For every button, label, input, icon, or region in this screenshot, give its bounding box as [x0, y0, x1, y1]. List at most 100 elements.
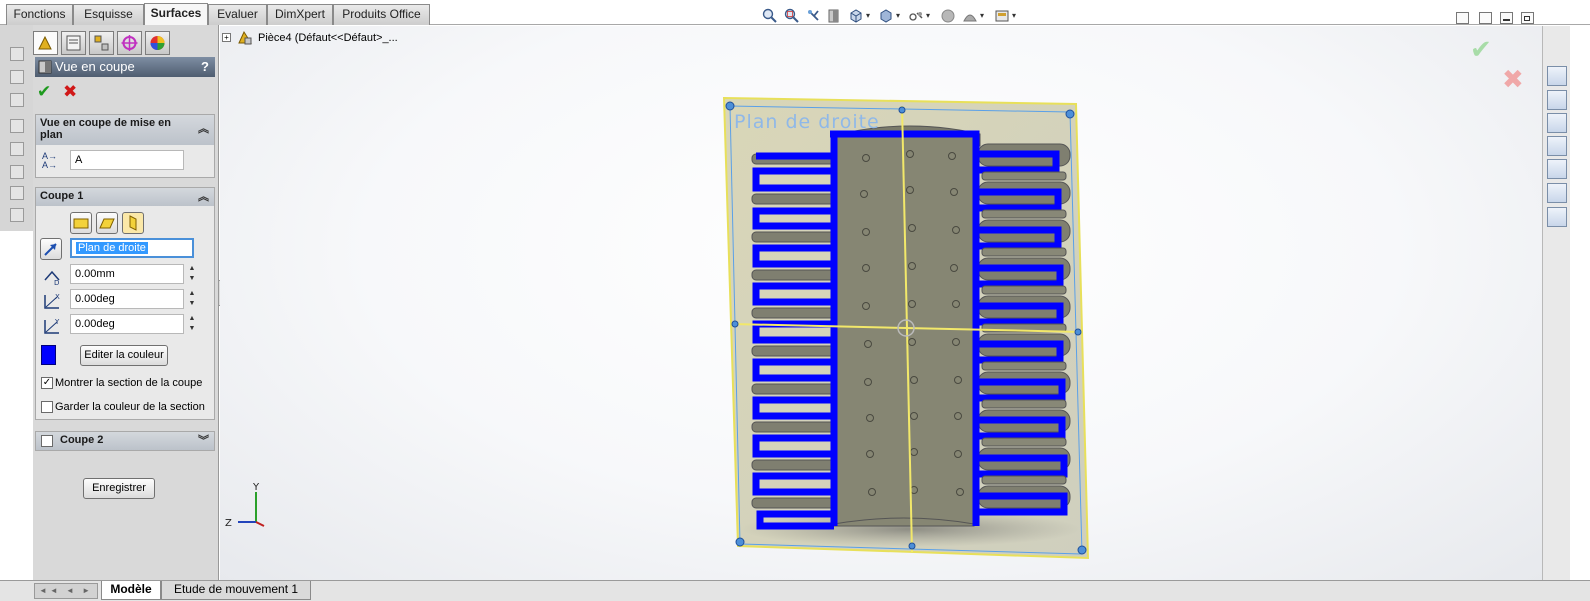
rotation-x-input[interactable]: 0.00deg [70, 289, 184, 309]
hide-show-items-icon[interactable] [908, 8, 924, 24]
tab-evaluer[interactable]: Evaluer [208, 4, 267, 25]
tab-fonctions[interactable]: Fonctions [6, 4, 73, 25]
svg-text:Y: Y [54, 318, 60, 326]
view-orientation-icon[interactable] [848, 8, 864, 24]
tab-produits-office[interactable]: Produits Office [333, 4, 430, 25]
reference-plane-field[interactable]: Plan de droite [70, 238, 194, 258]
view-palette-icon[interactable] [1547, 159, 1567, 179]
zoom-to-fit-icon[interactable] [762, 8, 778, 24]
reference-direction-button[interactable] [40, 238, 62, 260]
offset-distance-input[interactable]: 0.00mm [70, 264, 184, 284]
manager-tabs [33, 31, 219, 57]
ok-button[interactable]: ✔ [37, 82, 51, 102]
spin-down-icon[interactable]: ▼ [186, 324, 198, 334]
bottom-tabs-bar: ◄◄ ◄ ► ►► Modèle Etude de mouvement 1 [0, 580, 1590, 601]
edit-color-button[interactable]: Editer la couleur [80, 345, 168, 366]
tab-dimxpert[interactable]: DimXpert [267, 4, 333, 25]
graphics-area[interactable]: + Pièce4 (Défaut<<Défaut>_... Plan de dr… [220, 26, 1542, 581]
zoom-to-area-icon[interactable] [784, 8, 800, 24]
offset-distance-icon: D [44, 270, 60, 286]
dimxpert-manager-tab[interactable] [117, 31, 142, 55]
note-icon[interactable] [10, 70, 24, 84]
confirm-ok-button[interactable]: ✔ [1470, 34, 1492, 65]
svg-text:D: D [54, 279, 59, 286]
tab-model[interactable]: Modèle [101, 581, 161, 600]
tab-surfaces[interactable]: Surfaces [144, 3, 208, 25]
front-plane-icon [73, 218, 89, 229]
spin-down-icon[interactable]: ▼ [186, 274, 198, 284]
display-manager-tab[interactable] [145, 31, 170, 55]
spin-down-icon[interactable]: ▼ [186, 299, 198, 309]
rotation-y-spinner[interactable]: ▲ ▼ [186, 314, 198, 334]
collapse-chevron-icon[interactable]: ︽ [198, 191, 209, 203]
tab-esquisse[interactable]: Esquisse [73, 4, 144, 25]
display-style-icon[interactable] [878, 8, 894, 24]
section-2-checkbox[interactable] [41, 435, 53, 447]
svg-text:X: X [55, 293, 60, 301]
design-library-icon[interactable] [1547, 113, 1567, 133]
property-manager-tab[interactable] [61, 31, 86, 55]
feature-manager-tab[interactable] [33, 31, 58, 55]
spin-up-icon[interactable]: ▲ [186, 314, 198, 324]
drawing-section-view-header[interactable]: Vue en coupe de mise en plan ︽ [36, 115, 214, 145]
save-button[interactable]: Enregistrer [83, 478, 155, 499]
section-2-header[interactable]: Coupe 2 ︾ [36, 432, 214, 450]
offset-spinner[interactable]: ▲ ▼ [186, 264, 198, 284]
right-plane-button[interactable] [122, 212, 144, 234]
section-2-group: Coupe 2 ︾ [35, 431, 215, 451]
geometric-tolerance-icon[interactable] [10, 186, 24, 200]
rotation-x-spinner[interactable]: ▲ ▼ [186, 289, 198, 309]
solidworks-resources-icon[interactable] [1547, 66, 1567, 86]
group-header-label: Coupe 2 [60, 434, 104, 446]
show-section-checkbox[interactable]: ✓ [41, 377, 53, 389]
tab-scroll-arrows[interactable]: ◄◄ ◄ ► ►► [34, 583, 98, 601]
rotation-y-icon: Y [44, 318, 60, 334]
surface-finish-icon[interactable] [10, 119, 24, 133]
show-section-label: Montrer la section de la coupe [55, 377, 203, 389]
section-name-input[interactable]: A [70, 150, 184, 170]
section-view-icon[interactable] [826, 8, 842, 24]
help-button[interactable]: ? [201, 57, 209, 77]
reference-plane-value: Plan de droite [76, 242, 148, 254]
front-plane-button[interactable] [70, 212, 92, 234]
section-view-icon [38, 60, 52, 74]
smart-dimension-icon[interactable] [10, 47, 24, 61]
cancel-button[interactable]: ✖ [63, 82, 77, 102]
target-icon [121, 35, 138, 51]
restore-window-icon[interactable] [1521, 12, 1534, 24]
confirm-cancel-button[interactable]: ✖ [1502, 64, 1524, 95]
section-model-view[interactable]: Plan de droite Y Z [220, 26, 1542, 581]
tile-horizontal-icon[interactable] [1456, 12, 1469, 24]
group-header-label: Vue en coupe de mise en plan [40, 117, 172, 141]
balloon-icon[interactable] [10, 93, 24, 107]
coordinate-triad: Y Z [225, 482, 265, 529]
task-pane [1542, 26, 1570, 581]
section-1-header[interactable]: Coupe 1 ︽ [36, 188, 214, 206]
keep-color-checkbox[interactable] [41, 401, 53, 413]
previous-view-icon[interactable] [806, 8, 822, 24]
feature-tree-icon [38, 35, 52, 50]
rotation-y-input[interactable]: 0.00deg [70, 314, 184, 334]
collapse-chevron-icon[interactable]: ︽ [198, 123, 209, 135]
property-manager-title: Vue en coupe ? [35, 57, 215, 77]
appearances-icon[interactable] [1547, 183, 1567, 203]
tile-vertical-icon[interactable] [1479, 12, 1492, 24]
view-settings-icon[interactable] [994, 8, 1010, 24]
property-manager-title-text: Vue en coupe [55, 59, 135, 74]
expand-chevron-icon[interactable]: ︾ [198, 435, 209, 447]
configuration-icon [94, 35, 109, 51]
top-plane-button[interactable] [96, 212, 118, 234]
home-icon[interactable] [1547, 90, 1567, 110]
file-explorer-icon[interactable] [1547, 136, 1567, 156]
configuration-manager-tab[interactable] [89, 31, 114, 55]
datum-feature-icon[interactable] [10, 165, 24, 179]
minimize-window-icon[interactable] [1500, 12, 1513, 24]
hole-callout-icon[interactable] [10, 208, 24, 222]
spin-up-icon[interactable]: ▲ [186, 264, 198, 274]
custom-properties-icon[interactable] [1547, 207, 1567, 227]
apply-scene-icon[interactable] [962, 8, 978, 24]
edit-appearance-icon[interactable] [940, 8, 956, 24]
tab-motion-study-1[interactable]: Etude de mouvement 1 [161, 581, 311, 600]
weld-symbol-icon[interactable] [10, 142, 24, 156]
spin-up-icon[interactable]: ▲ [186, 289, 198, 299]
